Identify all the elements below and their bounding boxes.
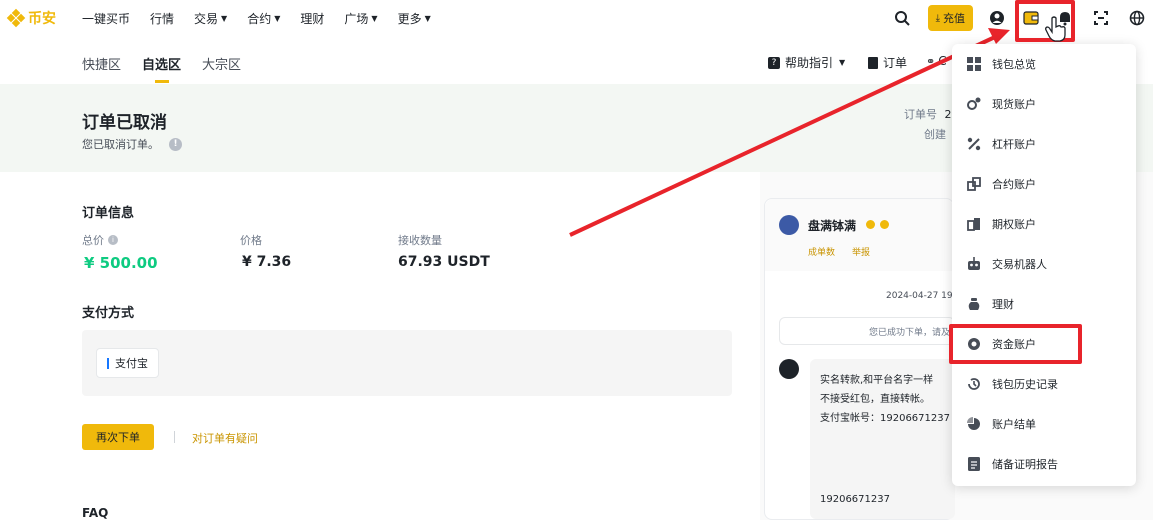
history-icon — [966, 376, 982, 392]
spot-icon — [966, 96, 982, 112]
menu-item-label: 理财 — [992, 298, 1014, 311]
document-icon — [966, 456, 982, 472]
menu-item-label: 现货账户 — [992, 98, 1036, 111]
menu-item-label: 钱包历史记录 — [992, 378, 1058, 391]
menu-item-label: 账户结单 — [992, 418, 1036, 431]
funding-account-highlight-box — [949, 324, 1082, 364]
menu-item-label: 交易机器人 — [992, 258, 1047, 271]
menu-item-wallet-overview[interactable]: 钱包总览 — [966, 56, 1036, 72]
menu-item-earn[interactable]: 理财 — [966, 296, 1014, 312]
menu-item-label: 期权账户 — [992, 218, 1036, 231]
menu-item-label: 合约账户 — [992, 178, 1036, 191]
options-icon — [966, 216, 982, 232]
earn-icon — [966, 296, 982, 312]
hand-cursor-icon — [1045, 16, 1066, 42]
menu-item-proof-of-reserves[interactable]: 储备证明报告 — [966, 456, 1058, 472]
percent-icon — [966, 136, 982, 152]
grid-icon — [966, 56, 982, 72]
menu-item-options-account[interactable]: 期权账户 — [966, 216, 1036, 232]
wallet-dropdown-menu: 钱包总览 现货账户 杠杆账户 合约账户 期权账户 交易机器人 理财 资金账户 钱… — [952, 44, 1136, 486]
pie-icon — [966, 416, 982, 432]
robot-icon — [966, 256, 982, 272]
menu-item-wallet-history[interactable]: 钱包历史记录 — [966, 376, 1058, 392]
menu-item-spot-account[interactable]: 现货账户 — [966, 96, 1036, 112]
menu-item-account-statement[interactable]: 账户结单 — [966, 416, 1036, 432]
menu-item-label: 储备证明报告 — [992, 458, 1058, 471]
futures-icon — [966, 176, 982, 192]
menu-item-label: 杠杆账户 — [992, 138, 1036, 151]
menu-item-label: 钱包总览 — [992, 58, 1036, 71]
menu-item-futures-account[interactable]: 合约账户 — [966, 176, 1036, 192]
menu-item-margin-account[interactable]: 杠杆账户 — [966, 136, 1036, 152]
menu-item-trading-bots[interactable]: 交易机器人 — [966, 256, 1047, 272]
